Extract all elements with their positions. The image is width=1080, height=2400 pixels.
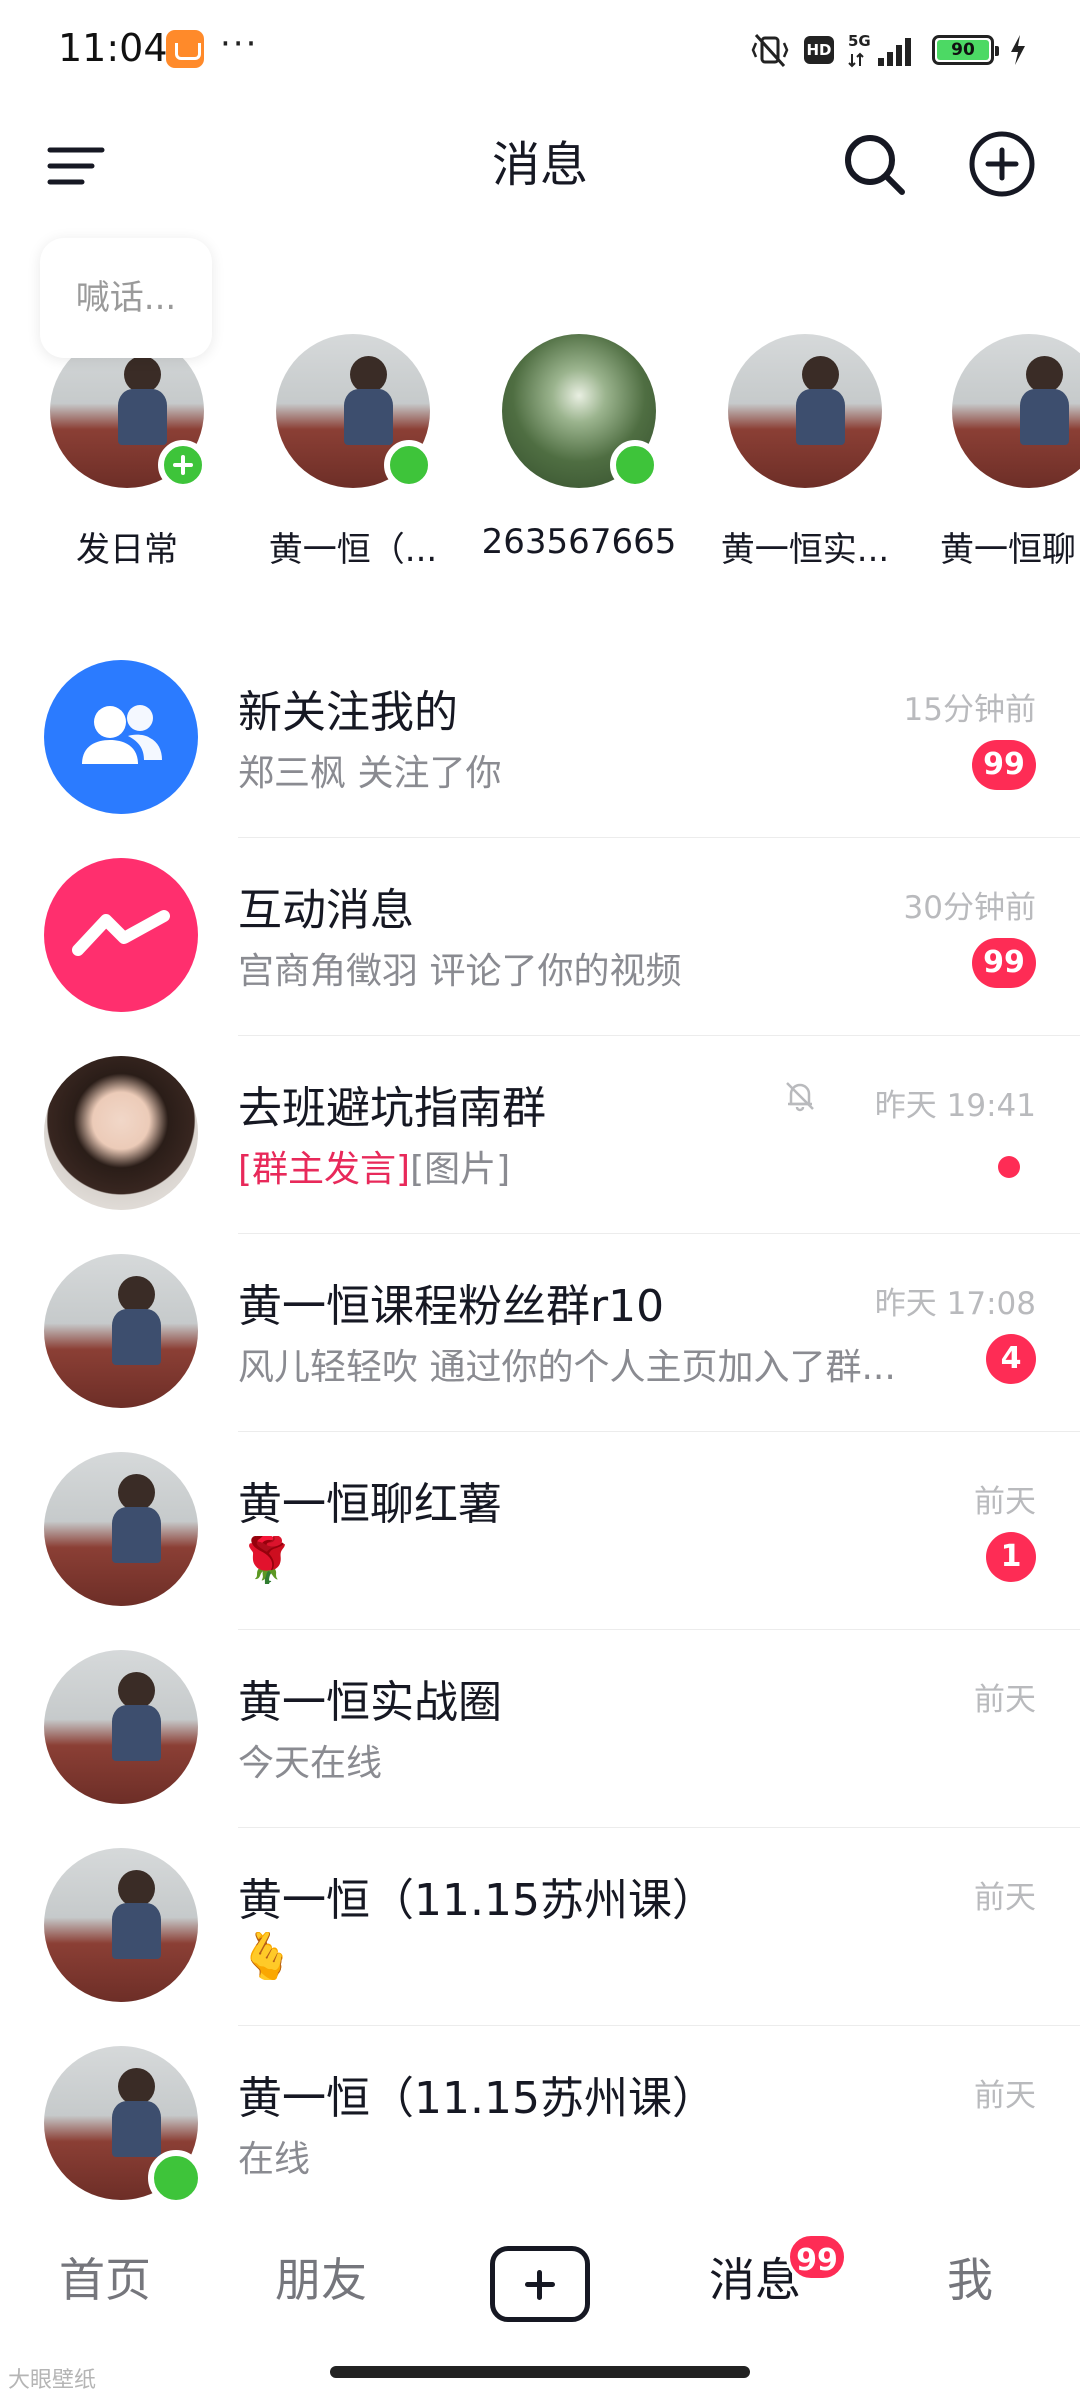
- chat-item[interactable]: 黄一恒（11.15苏州课） 🫰 前天: [0, 1828, 1080, 2026]
- signal-5g-icon: 5G: [848, 32, 911, 68]
- chat-name: 去班避坑指南群: [238, 1083, 546, 1134]
- nav-home[interactable]: 首页: [40, 2220, 170, 2340]
- story-avatar-wrap: [952, 334, 1080, 488]
- home-indicator[interactable]: [330, 2366, 750, 2378]
- hd-icon: HD: [804, 36, 834, 64]
- search-icon[interactable]: [834, 124, 914, 204]
- chat-preview: 郑三枫 关注了你: [238, 753, 502, 794]
- online-status-icon: [610, 440, 660, 490]
- nav-me[interactable]: 我: [910, 2220, 1030, 2340]
- taobao-app-icon: [166, 30, 204, 68]
- owner-speech-tag: [群主发言]: [238, 1149, 411, 1190]
- chat-time: 前天: [974, 1682, 1036, 1718]
- chat-time: 前天: [974, 1880, 1036, 1916]
- status-indicators: HD 5G 90: [750, 28, 1028, 72]
- story-avatar-wrap: [276, 334, 434, 490]
- avatar: [44, 1452, 198, 1606]
- stories-row: 发日常 黄一恒（... 263567665 黄一恒实... 黄一恒聊: [0, 330, 1080, 600]
- chat-preview: 宫商角徵羽 评论了你的视频: [238, 951, 682, 992]
- avatar: [44, 1848, 198, 2002]
- battery-level: 90: [937, 40, 989, 60]
- vibrate-off-icon: [751, 33, 789, 68]
- chat-name: 互动消息: [238, 885, 414, 936]
- chat-item[interactable]: 黄一恒（11.15苏州课） 在线 前天: [0, 2026, 1080, 2224]
- status-time: 11:04: [58, 26, 168, 70]
- messages-badge: 99: [786, 2232, 848, 2282]
- story-name: 黄一恒实...: [720, 530, 890, 570]
- chat-preview: 🌹: [238, 1536, 296, 1584]
- shout-bubble[interactable]: 喊话...: [40, 238, 212, 358]
- chat-item-interactions[interactable]: 互动消息 宫商角徵羽 评论了你的视频 30分钟前 99: [0, 838, 1080, 1036]
- avatar: [952, 334, 1080, 488]
- chat-item[interactable]: 黄一恒聊红薯 🌹 前天 1: [0, 1432, 1080, 1630]
- chat-name: 黄一恒课程粉丝群r10: [238, 1281, 665, 1332]
- story-name: 263567665: [481, 522, 677, 562]
- story-item[interactable]: 263567665: [474, 330, 684, 562]
- chat-preview: 🫰: [238, 1932, 296, 1980]
- avatar: [728, 334, 882, 488]
- chat-name: 黄一恒（11.15苏州课）: [238, 1875, 716, 1926]
- nav-friends[interactable]: 朋友: [256, 2220, 386, 2340]
- followers-icon: [44, 660, 198, 814]
- people-icon: [82, 705, 162, 764]
- add-circle-icon[interactable]: [962, 124, 1042, 204]
- chat-name: 黄一恒（11.15苏州课）: [238, 2073, 716, 2124]
- online-status-icon: [384, 440, 434, 490]
- chat-item-new-followers[interactable]: 新关注我的 郑三枫 关注了你 15分钟前 99: [0, 640, 1080, 838]
- chat-preview: 在线: [238, 2139, 311, 2180]
- avatar: [44, 1056, 198, 1210]
- story-avatar-wrap: [502, 334, 660, 490]
- chat-name: 新关注我的: [238, 687, 458, 738]
- story-name: 发日常: [76, 530, 178, 570]
- chat-preview: 风儿轻轻吹 通过你的个人主页加入了群...: [238, 1347, 896, 1388]
- preview-text: [图片]: [410, 1149, 511, 1190]
- watermark: 大眼壁纸: [8, 2368, 97, 2393]
- chat-time: 前天: [974, 2078, 1036, 2114]
- charging-icon: [1011, 35, 1025, 65]
- interactions-icon: [44, 858, 198, 1012]
- chat-item[interactable]: 黄一恒实战圈 今天在线 前天: [0, 1630, 1080, 1828]
- status-bar: 11:04 ··· HD 5G 90: [0, 0, 1080, 100]
- chat-item[interactable]: 黄一恒课程粉丝群r10 风儿轻轻吹 通过你的个人主页加入了群... 昨天 17:…: [0, 1234, 1080, 1432]
- chat-name: 黄一恒实战圈: [238, 1677, 502, 1728]
- story-name: 黄一恒（...: [268, 530, 438, 570]
- chat-item-group[interactable]: 去班避坑指南群 [群主发言][图片] 昨天 19:41: [0, 1036, 1080, 1234]
- story-name: 黄一恒聊: [940, 530, 1076, 570]
- chat-time: 前天: [974, 1484, 1036, 1520]
- story-item[interactable]: 黄一恒（...: [248, 330, 458, 571]
- online-status-icon: [148, 2150, 204, 2206]
- story-post-daily[interactable]: 发日常: [22, 330, 232, 571]
- story-avatar-wrap: [728, 334, 882, 488]
- bottom-nav: 首页 朋友 消息 99 我: [0, 2220, 1080, 2340]
- more-notifications-icon: ···: [220, 24, 259, 64]
- story-item[interactable]: 黄一恒聊: [926, 330, 1080, 571]
- add-story-icon[interactable]: [158, 440, 208, 490]
- avatar: [44, 1254, 198, 1408]
- chat-time: 15分钟前: [903, 692, 1036, 728]
- publish-plus-icon[interactable]: [490, 2246, 590, 2322]
- unread-badge: 99: [972, 740, 1036, 790]
- chat-time: 昨天 17:08: [874, 1286, 1036, 1322]
- chat-name: 黄一恒聊红薯: [238, 1479, 502, 1530]
- unread-badge: 99: [972, 938, 1036, 988]
- chat-time: 昨天 19:41: [874, 1088, 1036, 1124]
- svg-text:5G: 5G: [848, 32, 871, 50]
- story-item[interactable]: 黄一恒实...: [700, 330, 910, 571]
- chat-time: 30分钟前: [903, 890, 1036, 926]
- unread-badge: 4: [986, 1334, 1036, 1384]
- mute-bell-icon: [786, 1082, 814, 1112]
- battery-icon: 90: [932, 35, 999, 65]
- page-title: 消息: [491, 137, 588, 193]
- avatar: [44, 1650, 198, 1804]
- zigzag-icon: [72, 910, 170, 956]
- avatar-wrap: [44, 2046, 204, 2206]
- unread-dot: [998, 1156, 1020, 1178]
- chat-preview: 今天在线: [238, 1743, 383, 1784]
- unread-badge: 1: [986, 1532, 1036, 1582]
- chat-preview: [群主发言][图片]: [238, 1140, 510, 1192]
- header: 消息: [0, 110, 1080, 240]
